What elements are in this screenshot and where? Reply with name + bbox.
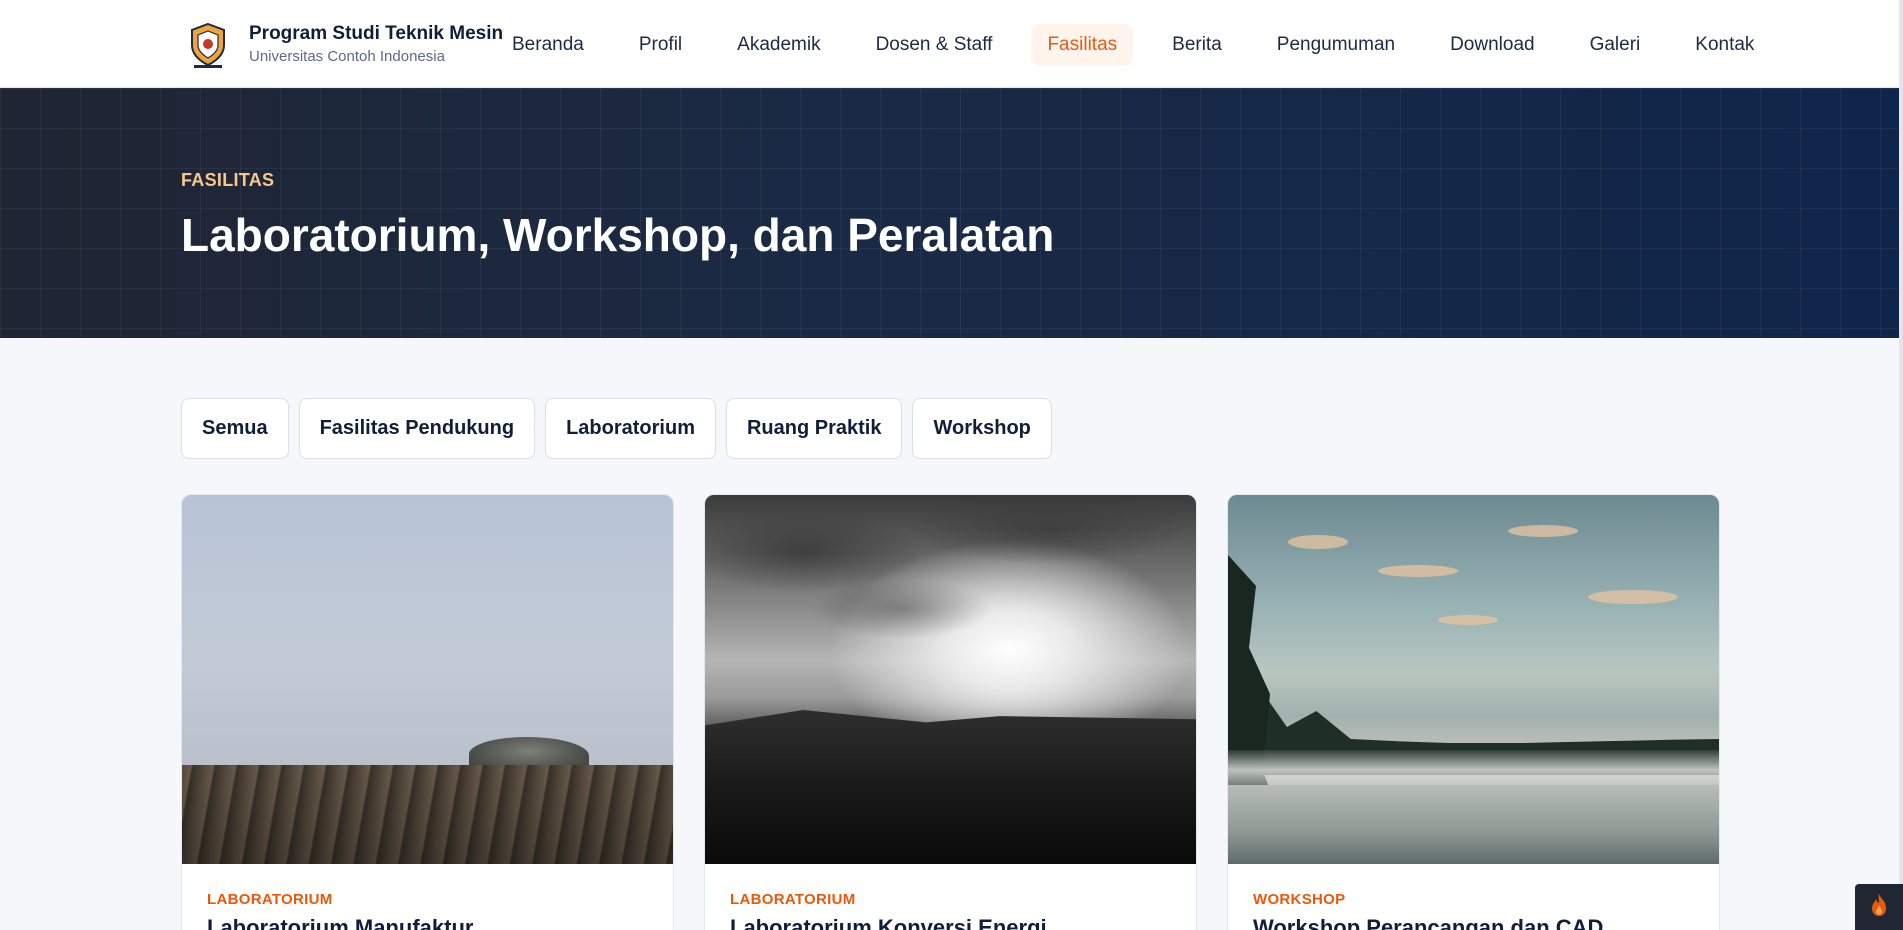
facility-card[interactable]: LABORATORIUM Laboratorium Konversi Energ… [704, 494, 1197, 930]
brand[interactable]: Program Studi Teknik Mesin Universitas C… [181, 18, 503, 72]
flame-icon [1869, 893, 1889, 922]
page-title: Laboratorium, Workshop, dan Peralatan [181, 209, 1055, 261]
category-filters: Semua Fasilitas Pendukung Laboratorium R… [181, 398, 1062, 459]
facility-image [1228, 495, 1719, 864]
flame-widget-button[interactable] [1855, 884, 1903, 930]
nav-item-kontak[interactable]: Kontak [1679, 24, 1770, 66]
brand-title: Program Studi Teknik Mesin [249, 23, 504, 44]
filter-workshop[interactable]: Workshop [912, 398, 1052, 459]
facility-category: LABORATORIUM [730, 891, 856, 908]
facility-title[interactable]: Workshop Perancangan dan CAD [1253, 915, 1603, 930]
university-shield-icon [181, 18, 235, 72]
nav-item-akademik[interactable]: Akademik [721, 24, 836, 66]
nav-item-download[interactable]: Download [1434, 24, 1551, 66]
facility-category: LABORATORIUM [207, 891, 333, 908]
facility-image [182, 495, 673, 864]
nav-item-galeri[interactable]: Galeri [1574, 24, 1657, 66]
brand-subtitle: Universitas Contoh Indonesia [249, 48, 445, 65]
nav-item-pengumuman[interactable]: Pengumuman [1261, 24, 1411, 66]
nav-item-profil[interactable]: Profil [623, 24, 698, 66]
nav-item-berita[interactable]: Berita [1156, 24, 1238, 66]
facility-card[interactable]: WORKSHOP Workshop Perancangan dan CAD [1227, 494, 1720, 930]
filter-fasilitas-pendukung[interactable]: Fasilitas Pendukung [298, 398, 536, 459]
nav-item-beranda[interactable]: Beranda [496, 24, 600, 66]
facility-title[interactable]: Laboratorium Manufaktur [207, 915, 473, 930]
nav-item-dosen-staff[interactable]: Dosen & Staff [860, 24, 1009, 66]
site-header: Program Studi Teknik Mesin Universitas C… [0, 0, 1903, 88]
facility-title[interactable]: Laboratorium Konversi Energi [730, 915, 1047, 930]
hero-kicker: FASILITAS [181, 170, 275, 190]
filter-laboratorium[interactable]: Laboratorium [545, 398, 716, 459]
filter-semua[interactable]: Semua [181, 398, 289, 459]
nav-item-fasilitas[interactable]: Fasilitas [1031, 24, 1134, 66]
facility-image [705, 495, 1196, 864]
main-nav: Beranda Profil Akademik Dosen & Staff Fa… [496, 22, 1793, 68]
filter-ruang-praktik[interactable]: Ruang Praktik [725, 398, 903, 459]
page-hero: FASILITAS Laboratorium, Workshop, dan Pe… [0, 88, 1903, 338]
facility-category: WORKSHOP [1253, 891, 1346, 908]
facility-card[interactable]: LABORATORIUM Laboratorium Manufaktur [181, 494, 674, 930]
facility-cards: LABORATORIUM Laboratorium Manufaktur LAB… [181, 494, 1720, 930]
page-scrollbar[interactable] [1899, 0, 1903, 930]
